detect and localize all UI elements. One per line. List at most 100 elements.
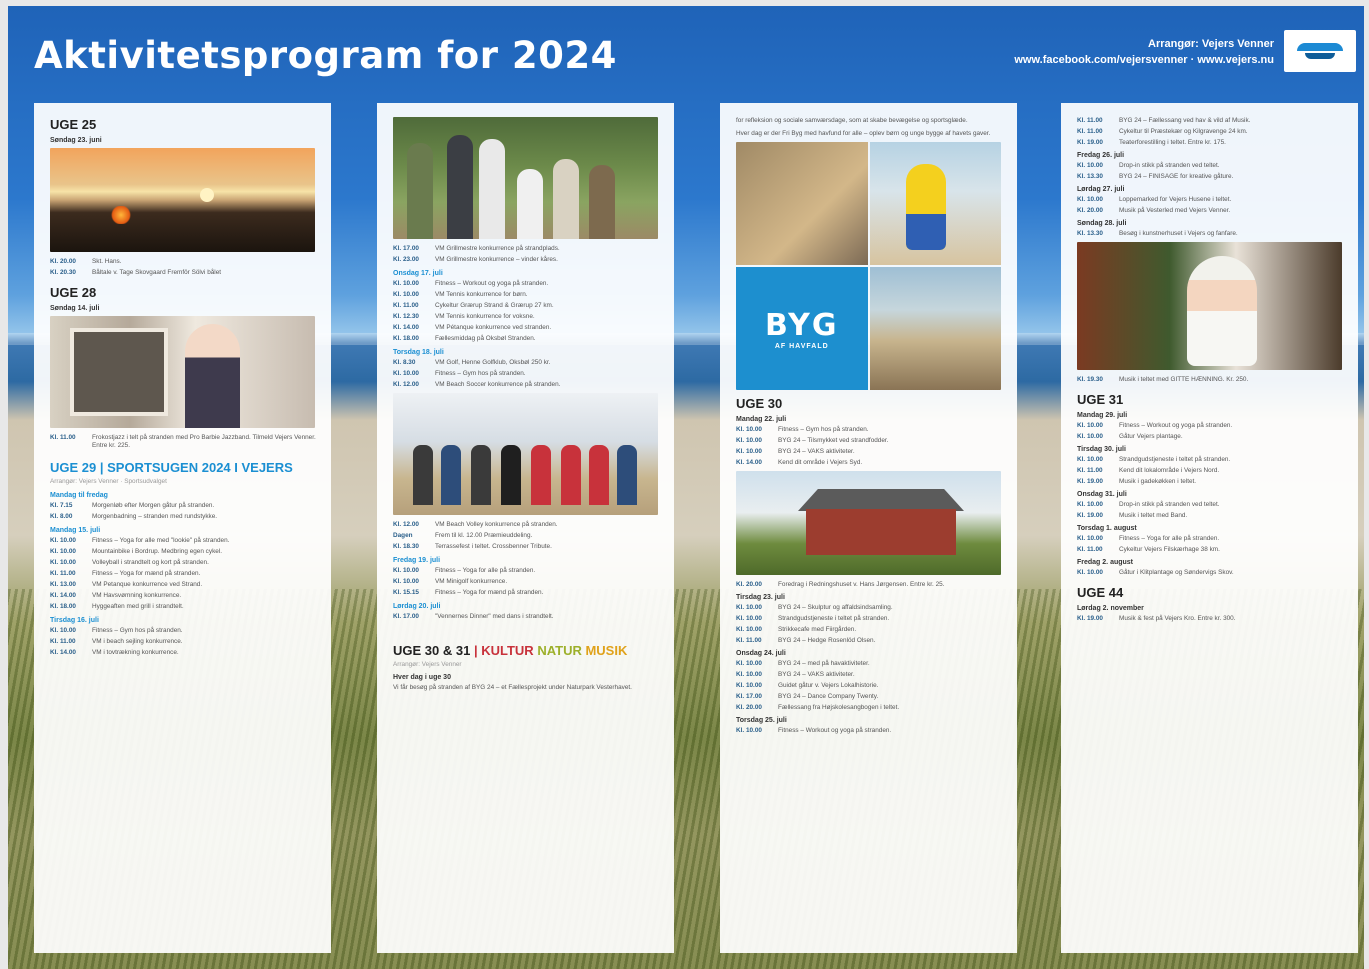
- event-list: Kl. 10.00 Fitness – Workout og yoga på st…: [1077, 422, 1344, 441]
- event-description: Loppemarked for Vejers Husene i teltet.: [1119, 196, 1232, 203]
- day-heading: Fredag 26. juli: [1077, 152, 1125, 159]
- event-description: BYG 24 – VAKS aktiviteter.: [778, 448, 855, 455]
- event-list: Kl. 10.00 Drop-in stikk på stranden ved t…: [1077, 162, 1344, 181]
- event-description: Hyggeaften med grill i strandtelt.: [92, 603, 184, 610]
- person-figure: [447, 135, 473, 239]
- program-column-2: Kl. 17.00 VM Grillmestre konkurrence på s…: [377, 103, 674, 953]
- event-time: Kl. 14.00: [736, 459, 762, 466]
- day-heading: Fredag 2. august: [1077, 559, 1134, 566]
- event-time: Kl. 10.00: [736, 671, 762, 678]
- event-description: VM Beach Volley konkurrence på stranden.: [435, 521, 558, 528]
- event-row: Kl. 10.00 Gåtur Vejers plantage.: [1077, 433, 1344, 441]
- person-figure: [553, 159, 579, 239]
- event-description: BYG 24 – Skulptur og affaldsindsamling.: [778, 604, 893, 611]
- event-row: Kl. 10.00 Mountainbike i Bordrup. Medbrin…: [50, 548, 317, 556]
- event-row: Kl. 10.00 Fitness – Yoga for alle på stra…: [393, 567, 660, 575]
- event-time: Kl. 19.30: [1077, 376, 1103, 383]
- event-row: Kl. 17.00 BYG 24 – Dance Company Twenty.: [736, 693, 1003, 701]
- event-time: Kl. 13.30: [1077, 230, 1103, 237]
- event-time: Kl. 23.00: [393, 256, 419, 263]
- day-heading: Torsdag 1. august: [1077, 525, 1137, 532]
- day-heading: Mandag 22. juli: [736, 416, 787, 423]
- event-row: Kl. 11.00 Kend dit lokalområde i Vejers N…: [1077, 467, 1344, 475]
- event-row: Kl. 10.00 Fitness – Yoga for alle med "lo…: [50, 537, 317, 545]
- event-row: Kl. 20.00 Musik på Vesterled med Vejers V…: [1077, 207, 1344, 215]
- byg-logo-subtext: AF HAVFALD: [774, 342, 829, 350]
- event-row: Kl. 14.00 VM Pétanque konkurrence ved str…: [393, 324, 660, 332]
- week-heading: UGE 30: [736, 396, 783, 411]
- event-time: Kl. 10.00: [736, 682, 762, 689]
- bonfire-shape: [110, 206, 132, 224]
- event-list: Kl. 13.30 Besøg i kunstnerhuset i Vejers …: [1077, 230, 1344, 238]
- minion-sculpture-photo: [869, 142, 1001, 265]
- event-description: Fitness – Workout og yoga på stranden.: [435, 280, 549, 287]
- event-description: Strandgudstjeneste i teltet på stranden.: [1119, 456, 1231, 463]
- event-row: Kl. 10.00 Fitness – Workout og yoga på st…: [736, 727, 1003, 735]
- event-description: Skt. Hans.: [92, 258, 122, 265]
- event-time: Kl. 20.00: [736, 581, 762, 588]
- event-description: Strandgudstjeneste i teltet på stranden.: [778, 615, 890, 622]
- event-description: Guidet gåtur v. Vejers Lokalhistorie.: [778, 682, 879, 689]
- event-list: Kl. 11.00 Frokostjazz i telt på stranden …: [50, 434, 317, 450]
- event-time: Dagen: [393, 532, 413, 539]
- event-row: Kl. 13.30 Besøg i kunstnerhuset i Vejers …: [1077, 230, 1344, 238]
- event-time: Kl. 10.00: [736, 448, 762, 455]
- person-figure: [589, 165, 615, 239]
- event-time: Kl. 13.00: [50, 581, 76, 588]
- event-time: Kl. 10.00: [50, 548, 76, 555]
- event-time: Kl. 8.00: [50, 513, 73, 520]
- week-heading: UGE 31: [1077, 392, 1124, 407]
- event-time: Kl. 19.00: [1077, 139, 1103, 146]
- musik-label: MUSIK: [585, 643, 628, 658]
- event-row: Kl. 19.00 Teaterforestilling i teltet. En…: [1077, 139, 1344, 147]
- event-time: Kl. 10.00: [393, 567, 419, 574]
- event-description: Fitness – Yoga for mænd på stranden.: [435, 589, 544, 596]
- event-time: Kl. 10.00: [393, 370, 419, 377]
- event-row: Kl. 10.00 Guidet gåtur v. Vejers Lokalhis…: [736, 682, 1003, 690]
- event-list: Kl. 10.00 Loppemarked for Vejers Husene i…: [1077, 196, 1344, 215]
- event-time: Kl. 14.00: [50, 592, 76, 599]
- day-heading: Mandag 29. juli: [1077, 412, 1128, 419]
- event-row: Kl. 20.00 Fællessang fra Højskolesangboge…: [736, 704, 1003, 712]
- event-time: Kl. 11.00: [1077, 467, 1103, 474]
- event-row: Kl. 10.00 BYG 24 – Tilsmykket ved strandf…: [736, 437, 1003, 445]
- event-row: Kl. 15.15 Fitness – Yoga for mænd på stra…: [393, 589, 660, 597]
- event-list: Kl. 10.00 Fitness – Workout og yoga på st…: [393, 280, 660, 343]
- event-description: Musik i gadekøkken i teltet.: [1119, 478, 1197, 485]
- event-time: Kl. 17.00: [393, 245, 419, 252]
- person-figure: [479, 139, 505, 239]
- event-row: Kl. 11.00 Cykeltur Grærup Strand & Grærup…: [393, 302, 660, 310]
- event-description: Musik i teltet med GITTE HÆNNING. Kr. 25…: [1119, 376, 1249, 383]
- day-heading: Fredag 19. juli: [393, 557, 441, 564]
- event-time: Kl. 10.00: [1077, 162, 1103, 169]
- program-column-4: Kl. 11.00 BYG 24 – Fællessang ved hav & v…: [1061, 103, 1358, 953]
- house-wall: [806, 509, 956, 555]
- event-row: Kl. 19.30 Musik i teltet med GITTE HÆNNIN…: [1077, 376, 1344, 384]
- event-description: VM Tennis konkurrence for børn.: [435, 291, 528, 298]
- week-heading: UGE 28: [50, 285, 97, 300]
- event-time: Kl. 10.00: [393, 291, 419, 298]
- event-row: Kl. 10.00 Loppemarked for Vejers Husene i…: [1077, 196, 1344, 204]
- event-time: Kl. 11.00: [1077, 128, 1103, 135]
- event-row: Kl. 10.00 BYG 24 – VAKS aktiviteter.: [736, 448, 1003, 456]
- event-description: BYG 24 – med på havaktiviteter.: [778, 660, 870, 667]
- day-heading: Søndag 23. juni: [50, 137, 102, 144]
- woman-figure: [185, 324, 240, 428]
- event-description: Fællessang fra Højskolesangbogen i telte…: [778, 704, 900, 711]
- organizer-line: Arrangør: Vejers Venner: [1148, 38, 1274, 50]
- event-time: Kl. 14.00: [50, 649, 76, 656]
- event-time: Kl. 12.30: [393, 313, 419, 320]
- event-list: Kl. 10.00 Gåtur i Klitplantage og Sønderv…: [1077, 569, 1344, 577]
- tent-woman-photo: [50, 316, 315, 428]
- event-row: Kl. 17.00 "Vennernes Dinner" med dans i s…: [393, 613, 660, 621]
- event-row: Kl. 8.00 Morgenbadning – stranden med run…: [50, 513, 317, 521]
- house-roof: [798, 489, 964, 511]
- event-list: Kl. 10.00 Fitness – Yoga for alle på stra…: [1077, 535, 1344, 554]
- event-description: VM Grillmestre konkurrence på strandplad…: [435, 245, 560, 252]
- week-heading: UGE 25: [50, 117, 97, 132]
- event-row: Kl. 10.00 BYG 24 – Skulptur og affaldsind…: [736, 604, 1003, 612]
- event-time: Kl. 10.00: [736, 727, 762, 734]
- event-time: Kl. 10.00: [50, 627, 76, 634]
- event-description: BYG 24 – Dance Company Twenty.: [778, 693, 879, 700]
- event-description: BYG 24 – Hedge Rosenlöd Olsen.: [778, 637, 876, 644]
